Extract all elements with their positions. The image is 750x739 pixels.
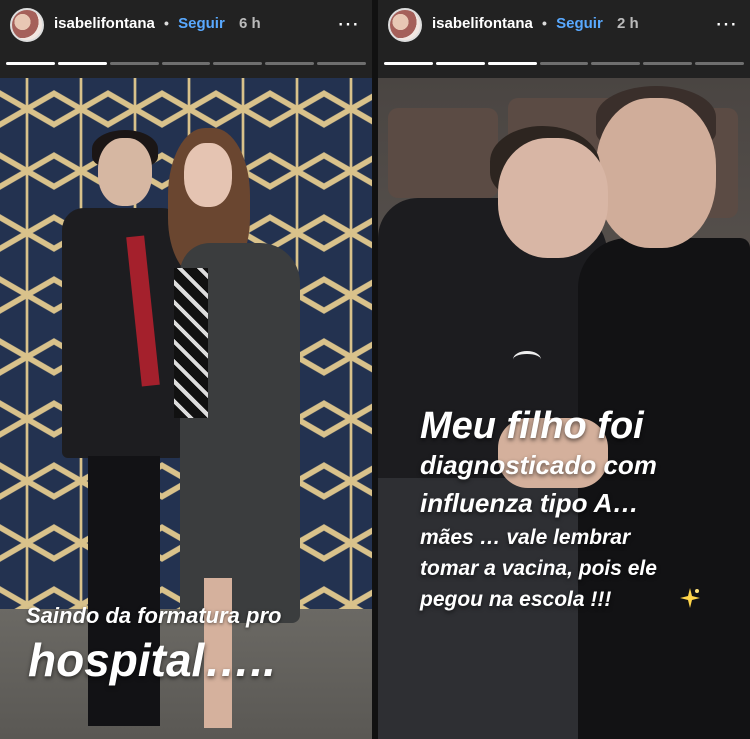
avatar[interactable] xyxy=(10,8,44,42)
user-meta: isabelifontana • Seguir 2 h xyxy=(432,15,639,32)
progress-segment xyxy=(435,62,485,65)
stories-container: isabelifontana • Seguir 6 h ⋯ Saindo da … xyxy=(0,0,750,739)
girl-figure xyxy=(160,128,300,728)
caption-line-1: Saindo da formatura pro xyxy=(26,603,282,628)
avatar[interactable] xyxy=(388,8,422,42)
progress-segment xyxy=(6,62,55,65)
swoosh-logo xyxy=(513,351,541,368)
separator-dot: • xyxy=(542,15,547,31)
sparkle-icon xyxy=(680,588,700,608)
caption-line-1: Meu filho foi xyxy=(420,405,644,447)
more-options-icon[interactable]: ⋯ xyxy=(337,13,360,35)
caption-line-2: diagnosticado com xyxy=(420,450,657,480)
boy-head xyxy=(498,138,608,258)
progress-segment xyxy=(317,62,367,65)
progress-segment xyxy=(487,62,537,65)
progress-segment xyxy=(539,62,589,65)
man-head xyxy=(596,98,716,248)
progress-segment xyxy=(161,62,211,65)
chair xyxy=(388,108,498,198)
progress-segment xyxy=(591,62,641,65)
user-meta: isabelifontana • Seguir 6 h xyxy=(54,15,261,32)
story-header-2: isabelifontana • Seguir 2 h ⋯ xyxy=(378,0,750,70)
post-time: 2 h xyxy=(616,15,639,32)
follow-button[interactable]: Seguir xyxy=(178,15,225,32)
progress-segment xyxy=(109,62,159,65)
post-time: 6 h xyxy=(238,15,261,32)
progress-segment xyxy=(213,62,263,65)
progress-bar-1 xyxy=(6,62,367,65)
progress-segment xyxy=(265,62,315,65)
caption-line-2: hospital….. xyxy=(28,634,276,686)
caption-line-3: influenza tipo A… xyxy=(420,488,639,518)
progress-segment xyxy=(643,62,693,65)
separator-dot: • xyxy=(164,15,169,31)
progress-segment xyxy=(57,62,107,65)
progress-segment xyxy=(384,62,433,65)
caption-line-4: mães … vale lembrar xyxy=(420,526,631,549)
username[interactable]: isabelifontana xyxy=(432,15,533,32)
more-options-icon[interactable]: ⋯ xyxy=(715,13,738,35)
story-card-2[interactable]: isabelifontana • Seguir 2 h ⋯ Meu filho … xyxy=(378,0,750,739)
story-card-1[interactable]: isabelifontana • Seguir 6 h ⋯ Saindo da … xyxy=(0,0,372,739)
story-header-1: isabelifontana • Seguir 6 h ⋯ xyxy=(0,0,372,70)
progress-segment xyxy=(695,62,745,65)
caption-line-5: tomar a vacina, pois ele xyxy=(420,557,657,580)
follow-button[interactable]: Seguir xyxy=(556,15,603,32)
username[interactable]: isabelifontana xyxy=(54,15,155,32)
caption-line-6: pegou na escola !!! xyxy=(420,588,612,611)
progress-bar-2 xyxy=(384,62,745,65)
